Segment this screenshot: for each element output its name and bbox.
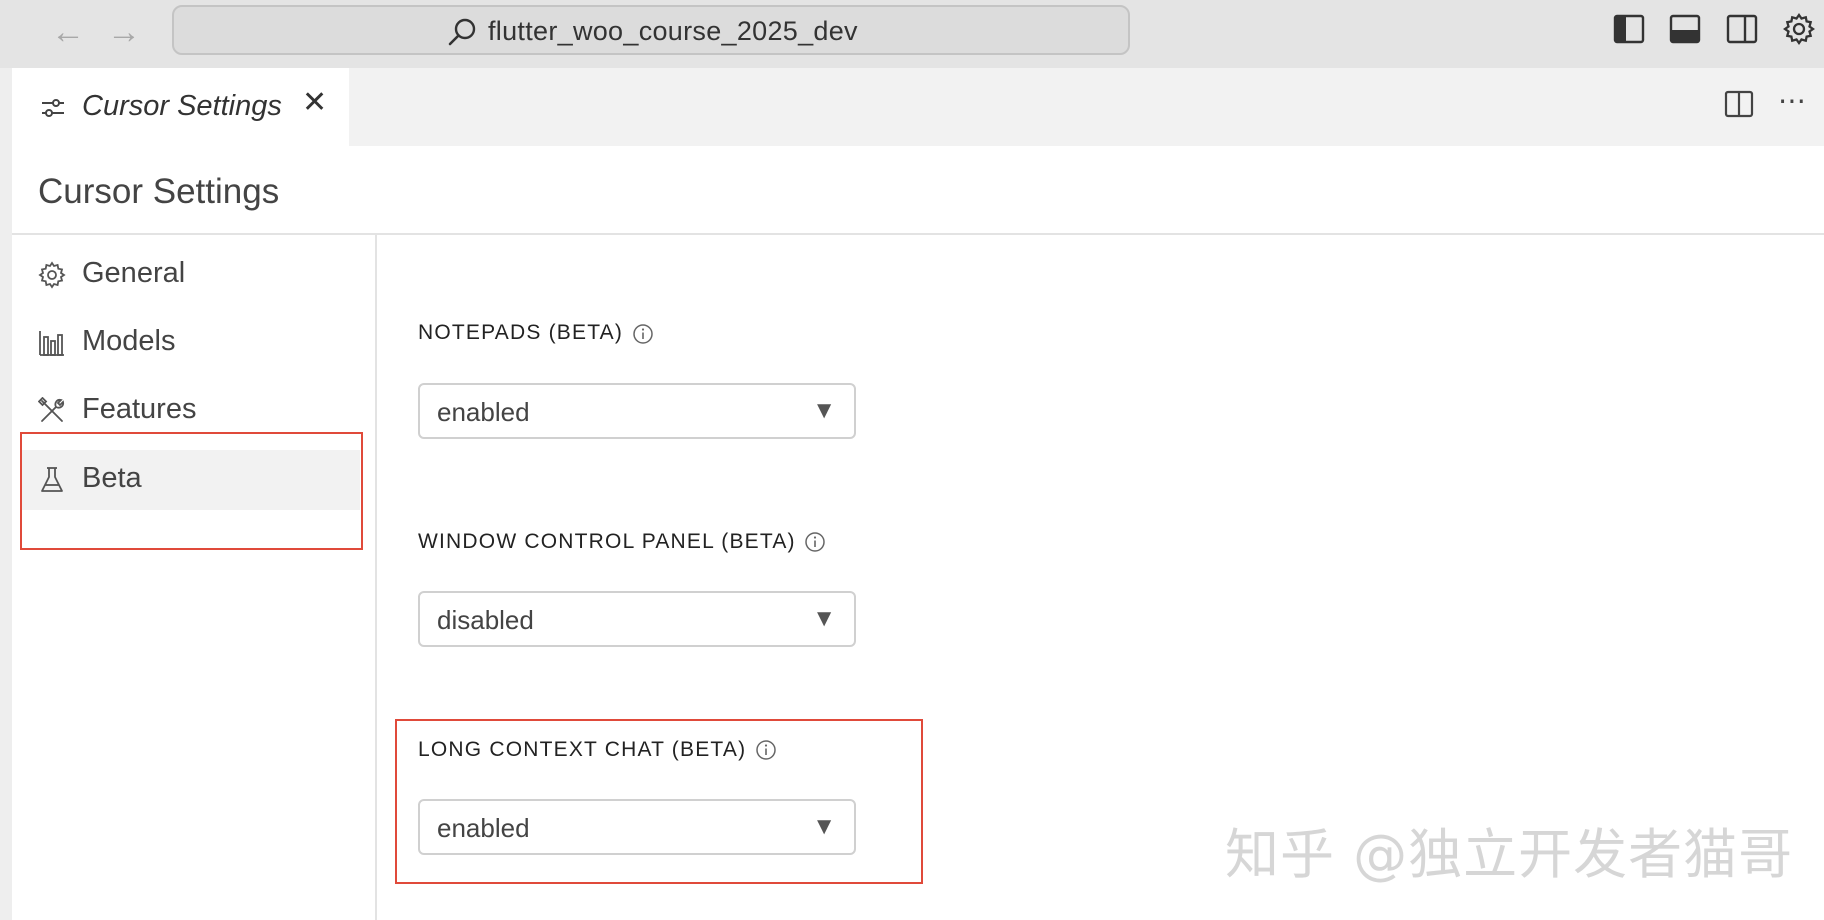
watermark: 知乎 @独立开发者猫哥 [1225,823,1794,886]
setting-label-notepads: NOTEPADS (BETA) [418,321,624,344]
sidebar-item-label: Features [82,393,197,425]
close-icon[interactable]: ✕ [302,88,327,118]
tools-icon [38,397,65,422]
split-editor-icon[interactable] [1724,89,1754,119]
header-divider [12,233,1824,235]
chevron-down-icon: ▼ [812,397,836,424]
sidebar-item-label: General [82,257,186,289]
toggle-primary-sidebar-icon[interactable] [1612,12,1646,46]
beta-highlight-box [20,432,363,550]
select-value: disabled [437,605,534,635]
tab-label: Cursor Settings [82,90,282,122]
search-icon [448,18,476,46]
toggle-secondary-sidebar-icon[interactable] [1725,12,1759,46]
long-context-highlight-box [395,719,923,884]
info-icon[interactable] [804,531,826,553]
sidebar-item-label: Models [82,325,176,357]
more-actions-icon[interactable]: ⋯ [1778,84,1808,117]
gear-icon [38,261,66,289]
sidebar-divider [375,235,377,920]
chevron-down-icon: ▼ [812,605,836,632]
notepads-select[interactable]: enabled ▼ [418,383,856,439]
sliders-icon [42,99,64,117]
command-center-search[interactable]: flutter_woo_course_2025_dev [172,5,1130,55]
tab-cursor-settings[interactable]: Cursor Settings ✕ [12,68,349,146]
editor-tab-bar: Cursor Settings ✕ [12,68,1824,146]
activity-strip [0,68,12,920]
select-value: enabled [437,397,530,427]
sidebar-item-models[interactable]: Models [22,313,360,373]
forward-arrow-icon[interactable]: → [104,14,144,50]
sidebar-item-general[interactable]: General [22,245,360,305]
title-bar: ← → flutter_woo_course_2025_dev [0,0,1824,68]
window-control-panel-select[interactable]: disabled ▼ [418,591,856,647]
page-title: Cursor Settings [38,172,280,211]
toggle-panel-icon[interactable] [1668,12,1702,46]
bar-chart-icon [39,331,64,356]
back-arrow-icon[interactable]: ← [48,14,88,50]
workspace-name: flutter_woo_course_2025_dev [488,16,858,46]
info-icon[interactable] [632,323,654,345]
setting-label-window-control-panel: WINDOW CONTROL PANEL (BETA) [418,530,796,553]
settings-gear-icon[interactable] [1782,12,1816,46]
